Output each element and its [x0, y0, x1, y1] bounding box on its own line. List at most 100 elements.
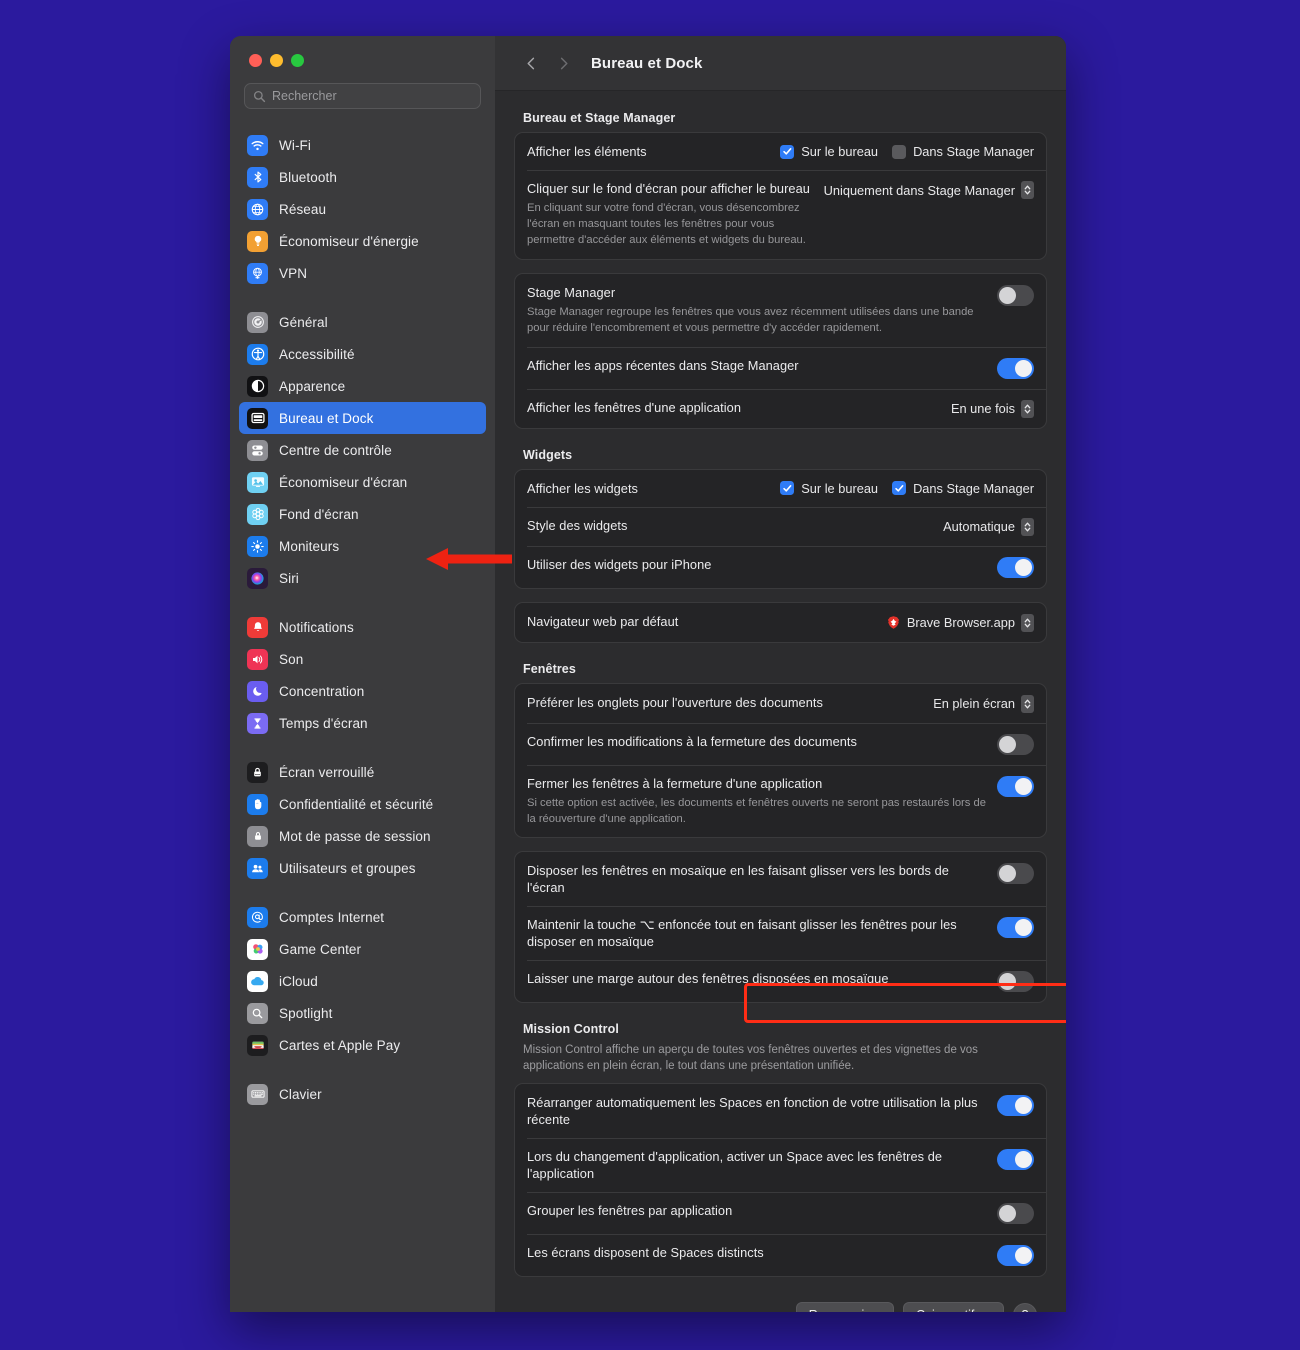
sidebar-item-mot-de-passe-de-session[interactable]: Mot de passe de session [239, 820, 486, 852]
back-button[interactable] [515, 49, 547, 77]
popup-button[interactable]: Brave Browser.app [886, 613, 1034, 632]
hot-corners-button[interactable]: Coins actifs... [902, 1301, 1004, 1312]
sidebar-item-g-n-ral[interactable]: Général [239, 306, 486, 338]
sidebar-item-comptes-internet[interactable]: Comptes Internet [239, 901, 486, 933]
settings-row: Fermer les fenêtres à la fermeture d'une… [515, 764, 1046, 838]
popup-button[interactable]: En plein écran [933, 694, 1034, 713]
toggle-knob [1015, 777, 1032, 795]
search-icon [253, 90, 266, 103]
settings-row-text: Afficher les widgets [527, 480, 770, 497]
sidebar-item-temps-d-cran[interactable]: Temps d'écran [239, 707, 486, 739]
sidebar-item-label: Général [279, 314, 328, 330]
sidebar-item-accessibilit[interactable]: Accessibilité [239, 338, 486, 370]
sidebar-item-icloud[interactable]: iCloud [239, 965, 486, 997]
sidebar-group-separator [230, 739, 495, 756]
popup-button[interactable]: En une fois [951, 399, 1034, 418]
sidebar-item-moniteurs[interactable]: Moniteurs [239, 530, 486, 562]
traffic-lights [230, 36, 495, 67]
control-center-icon [247, 439, 268, 461]
settings-row-control: Sur le bureau Dans Stage Manager [780, 143, 1034, 159]
sidebar-item-apparence[interactable]: Apparence [239, 370, 486, 402]
toggle-switch[interactable] [997, 775, 1034, 797]
toggle-switch[interactable] [997, 1094, 1034, 1116]
sidebar-item-notifications[interactable]: Notifications [239, 611, 486, 643]
toggle-switch[interactable] [997, 284, 1034, 306]
settings-row: Navigateur web par défaut Brave Browser.… [515, 603, 1046, 642]
settings-row-label: Utiliser des widgets pour iPhone [527, 556, 712, 572]
popup-value: Uniquement dans Stage Manager [823, 182, 1015, 198]
sidebar-item-conomiseur-d-nergie[interactable]: Économiseur d'énergie [239, 225, 486, 257]
toggle-switch[interactable] [997, 917, 1034, 939]
toggle-knob [1015, 558, 1032, 576]
toggle-switch[interactable] [997, 556, 1034, 578]
settings-row-text: Laisser une marge autour des fenêtres di… [527, 970, 987, 987]
checkbox-sur-le-bureau[interactable]: Sur le bureau [780, 144, 878, 159]
sidebar-item-utilisateurs-et-groupes[interactable]: Utilisateurs et groupes [239, 852, 486, 884]
settings-row-control [997, 862, 1034, 885]
close-button[interactable] [249, 54, 262, 67]
sidebar-item-r-seau[interactable]: Réseau [239, 193, 486, 225]
settings-group: Afficher les éléments Sur le bureau Dans S… [514, 132, 1047, 260]
popup-button[interactable]: Automatique [943, 517, 1034, 536]
sidebar-item-conomiseur-d-cran[interactable]: Économiseur d'écran [239, 466, 486, 498]
checkbox-sur-le-bureau[interactable]: Sur le bureau [780, 481, 878, 496]
shortcuts-button[interactable]: Raccourcis... [795, 1301, 894, 1312]
popup-button[interactable]: Uniquement dans Stage Manager [823, 181, 1034, 200]
sidebar-item-label: Cartes et Apple Pay [279, 1037, 401, 1053]
sidebar-item-label: Moniteurs [279, 538, 340, 554]
sidebar-item-cartes-et-apple-pay[interactable]: Cartes et Apple Pay [239, 1029, 486, 1061]
sidebar-item-spotlight[interactable]: Spotlight [239, 997, 486, 1029]
sidebar-item-bluetooth[interactable]: Bluetooth [239, 161, 486, 193]
zoom-button[interactable] [291, 54, 304, 67]
settings-row-label: Style des widgets [527, 517, 628, 533]
sidebar-item-label: Clavier [279, 1086, 322, 1102]
settings-group: Réarranger automatiquement les Spaces en… [514, 1082, 1047, 1277]
sidebar-item-centre-de-contr-le[interactable]: Centre de contrôle [239, 434, 486, 466]
screen: Wi-Fi Bluetooth Réseau Économiseur d'énergi… [0, 0, 1300, 1350]
checkbox-dans-stage-manager[interactable]: Dans Stage Manager [892, 144, 1034, 159]
sidebar-item-son[interactable]: Son [239, 643, 486, 675]
forward-button[interactable] [547, 49, 579, 77]
sidebar-item-label: Spotlight [279, 1005, 333, 1021]
sidebar-item-confidentialit-et-s-curit[interactable]: Confidentialité et sécurité [239, 788, 486, 820]
sidebar-item-label: Accessibilité [279, 346, 355, 362]
sidebar-item-fond-d-cran[interactable]: Fond d'écran [239, 498, 486, 530]
minimize-button[interactable] [270, 54, 283, 67]
toggle-switch[interactable] [997, 971, 1034, 993]
sidebar-item-concentration[interactable]: Concentration [239, 675, 486, 707]
sidebar-item-cran-verrouill[interactable]: Écran verrouillé [239, 756, 486, 788]
sidebar-item-vpn[interactable]: VPN [239, 257, 486, 289]
chevron-up-down-icon [1021, 613, 1034, 632]
search-input[interactable] [272, 89, 472, 103]
moon-icon [247, 680, 268, 702]
wifi-icon [247, 134, 268, 156]
sidebar-item-label: Bureau et Dock [279, 410, 374, 426]
checkbox-unchecked-icon [892, 144, 907, 159]
sidebar-item-label: Apparence [279, 378, 346, 394]
section-heading: Widgets [523, 447, 573, 462]
sidebar-item-siri[interactable]: Siri [239, 562, 486, 594]
sidebar-item-clavier[interactable]: Clavier [239, 1078, 486, 1110]
sidebar-group-separator [230, 884, 495, 901]
sidebar-group-separator [230, 594, 495, 611]
toggle-switch[interactable] [997, 863, 1034, 885]
checkbox-label: Sur le bureau [801, 480, 879, 496]
sidebar-item-wi-fi[interactable]: Wi-Fi [239, 129, 486, 161]
toggle-switch[interactable] [997, 1202, 1034, 1224]
settings-row-text: Afficher les éléments [527, 143, 770, 160]
help-button[interactable]: ? [1013, 1302, 1037, 1312]
sidebar-item-bureau-et-dock[interactable]: Bureau et Dock [239, 402, 486, 434]
toggle-switch[interactable] [997, 1244, 1034, 1266]
settings-row-label: Réarranger automatiquement les Spaces en… [527, 1094, 978, 1127]
toggle-switch[interactable] [997, 1148, 1034, 1170]
sidebar-item-game-center[interactable]: Game Center [239, 933, 486, 965]
toggle-switch[interactable] [997, 357, 1034, 379]
toggle-knob [999, 865, 1016, 883]
sidebar-item-label: Réseau [279, 201, 327, 217]
settings-row-text: Lors du changement d'application, active… [527, 1148, 987, 1182]
sidebar-item-label: iCloud [279, 973, 318, 989]
search-field[interactable] [244, 83, 481, 109]
toggle-switch[interactable] [997, 733, 1034, 755]
checkbox-dans-stage-manager[interactable]: Dans Stage Manager [892, 481, 1034, 496]
globe-icon [247, 198, 268, 220]
